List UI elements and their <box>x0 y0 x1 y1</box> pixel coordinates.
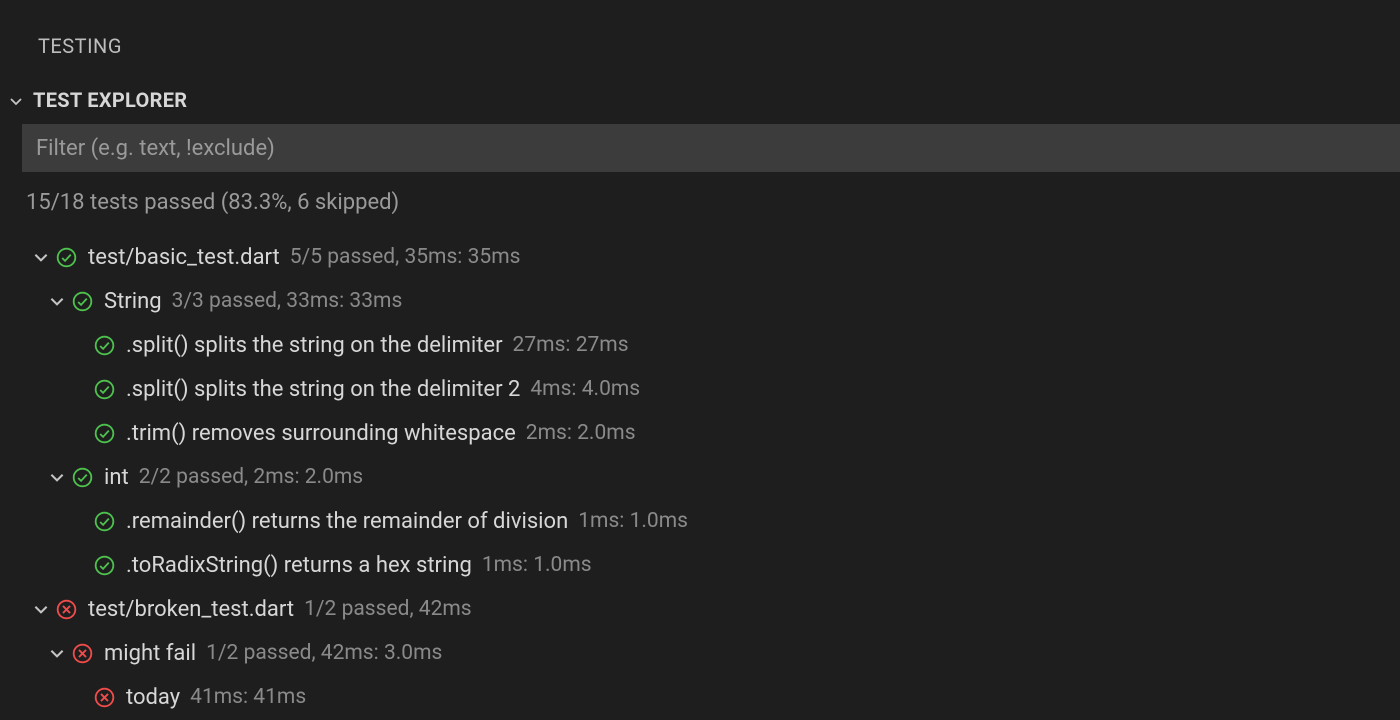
test-meta: 27ms: 27ms <box>513 333 629 357</box>
test-tree-row[interactable]: .trim() removes surrounding whitespace 2m… <box>0 411 1400 455</box>
test-tree-row[interactable]: test/broken_test.dart 1/2 passed, 42ms <box>0 587 1400 631</box>
test-tree-row[interactable]: .split() splits the string on the delimi… <box>0 367 1400 411</box>
test-meta: 2ms: 2.0ms <box>526 421 636 445</box>
test-label: might fail <box>104 641 196 666</box>
chevron-down-icon[interactable] <box>46 292 68 310</box>
chevron-down-icon[interactable] <box>46 644 68 662</box>
test-summary: 15/18 tests passed (83.3%, 6 skipped) <box>0 172 1400 229</box>
test-label: String <box>104 289 162 314</box>
filter-input[interactable] <box>22 124 1400 172</box>
test-label: .trim() removes surrounding whitespace <box>126 421 516 446</box>
test-label: .toRadixString() returns a hex string <box>126 553 472 578</box>
filter-container <box>0 124 1400 172</box>
test-meta: 1ms: 1.0ms <box>482 553 592 577</box>
test-label: .remainder() returns the remainder of di… <box>126 509 568 534</box>
test-tree-row[interactable]: .remainder() returns the remainder of di… <box>0 499 1400 543</box>
chevron-down-icon[interactable] <box>30 600 52 618</box>
test-label: test/broken_test.dart <box>88 597 294 622</box>
test-tree-row[interactable]: .split() splits the string on the delimi… <box>0 323 1400 367</box>
status-fail-icon <box>90 686 118 709</box>
status-pass-icon <box>90 334 118 357</box>
test-meta: 1/2 passed, 42ms: 3.0ms <box>206 641 442 665</box>
test-meta: 41ms: 41ms <box>190 685 306 709</box>
test-meta: 2/2 passed, 2ms: 2.0ms <box>139 465 363 489</box>
test-meta: 1/2 passed, 42ms <box>304 597 472 621</box>
status-pass-icon <box>68 290 96 313</box>
section-header[interactable]: TEST EXPLORER <box>0 82 1400 124</box>
section-title: TEST EXPLORER <box>33 88 187 112</box>
test-meta: 5/5 passed, 35ms: 35ms <box>290 245 521 269</box>
status-pass-icon <box>90 378 118 401</box>
test-label: int <box>104 465 129 490</box>
test-meta: 3/3 passed, 33ms: 33ms <box>172 289 403 313</box>
status-fail-icon <box>52 598 80 621</box>
status-pass-icon <box>68 466 96 489</box>
test-tree-row[interactable]: today 41ms: 41ms <box>0 675 1400 719</box>
status-pass-icon <box>90 554 118 577</box>
test-tree: test/basic_test.dart 5/5 passed, 35ms: 35… <box>0 229 1400 719</box>
test-label: .split() splits the string on the delimi… <box>126 377 520 402</box>
panel-title: TESTING <box>0 0 1400 82</box>
test-meta: 4ms: 4.0ms <box>530 377 640 401</box>
chevron-down-icon[interactable] <box>30 248 52 266</box>
status-pass-icon <box>52 246 80 269</box>
status-fail-icon <box>68 642 96 665</box>
test-label: today <box>126 685 180 710</box>
test-tree-row[interactable]: String 3/3 passed, 33ms: 33ms <box>0 279 1400 323</box>
status-pass-icon <box>90 422 118 445</box>
chevron-down-icon[interactable] <box>46 468 68 486</box>
status-pass-icon <box>90 510 118 533</box>
chevron-down-icon <box>8 93 24 109</box>
test-tree-row[interactable]: int 2/2 passed, 2ms: 2.0ms <box>0 455 1400 499</box>
test-tree-row[interactable]: test/basic_test.dart 5/5 passed, 35ms: 35… <box>0 235 1400 279</box>
test-label: .split() splits the string on the delimi… <box>126 333 503 358</box>
test-tree-row[interactable]: .toRadixString() returns a hex string 1ms… <box>0 543 1400 587</box>
test-label: test/basic_test.dart <box>88 245 280 270</box>
test-meta: 1ms: 1.0ms <box>578 509 688 533</box>
test-tree-row[interactable]: might fail 1/2 passed, 42ms: 3.0ms <box>0 631 1400 675</box>
